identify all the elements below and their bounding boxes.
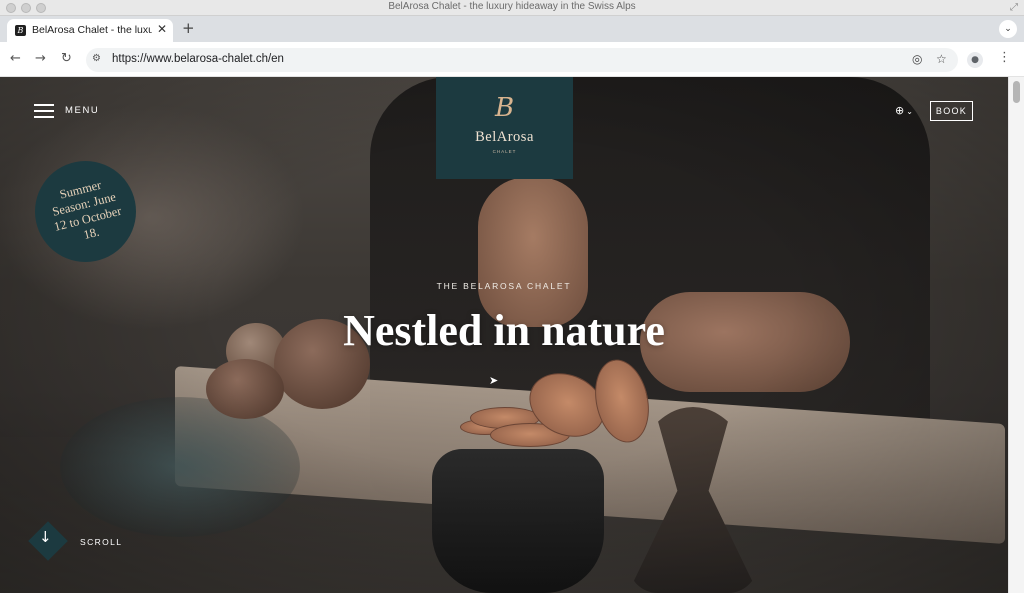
season-badge-text: Summer Season: June 12 to October 18. xyxy=(50,177,123,242)
menu-label: MENU xyxy=(65,105,100,116)
site-favicon: B xyxy=(15,25,26,36)
hero-eyebrow: THE BELAROSA CHALET xyxy=(436,281,572,291)
season-badge: Summer Season: June 12 to October 18. xyxy=(35,161,136,262)
browser-toolbar: ← → ↻ ⚙ https://www.belarosa-chalet.ch/e… xyxy=(0,42,1024,77)
menu-button[interactable]: MENU xyxy=(34,103,114,121)
book-button[interactable]: BOOK xyxy=(930,101,973,121)
tab-title: BelArosa Chalet - the luxury xyxy=(32,24,152,36)
arrow-down-icon: ↓ xyxy=(39,528,52,546)
fullscreen-icon[interactable]: ⤢ xyxy=(1010,2,1018,13)
close-tab-icon[interactable]: ✕ xyxy=(157,22,167,36)
scroll-label: SCROLL xyxy=(80,537,123,547)
profile-icon[interactable]: ● xyxy=(967,52,983,68)
window-titlebar: BelArosa Chalet - the luxury hideaway in… xyxy=(0,0,1024,16)
logo-monogram: B xyxy=(494,93,515,123)
hero-headline: Nestled in nature xyxy=(343,306,665,355)
reload-icon[interactable]: ↻ xyxy=(61,51,72,66)
eye-off-icon[interactable]: ◎ xyxy=(912,52,922,66)
hamburger-icon xyxy=(34,104,54,119)
tune-icon[interactable]: ⚙ xyxy=(92,53,101,64)
page-scrollbar[interactable] xyxy=(1008,77,1024,593)
url-text[interactable]: https://www.belarosa-chalet.ch/en xyxy=(112,53,284,65)
address-bar[interactable]: ⚙ https://www.belarosa-chalet.ch/en ◎ ☆ xyxy=(86,48,958,72)
star-icon[interactable]: ☆ xyxy=(936,52,947,66)
new-tab-icon[interactable]: + xyxy=(182,19,195,37)
hero-section: MENU B BelArosa CHALET ⊕ ⌄ BOOK Summer Se… xyxy=(0,77,1008,593)
scroll-button[interactable]: ↓ SCROLL xyxy=(28,521,150,561)
kebab-icon[interactable]: ⋮ xyxy=(998,50,1011,65)
language-selector[interactable]: ⊕ ⌄ xyxy=(895,104,913,117)
globe-icon: ⊕ xyxy=(895,104,905,117)
mouse-cursor-icon: ➤ xyxy=(489,374,499,387)
logo-subtitle: CHALET xyxy=(492,149,517,154)
scrollbar-thumb[interactable] xyxy=(1013,81,1020,103)
tab-search-chevron-icon[interactable]: ⌄ xyxy=(999,20,1017,38)
tab-strip: B BelArosa Chalet - the luxury ✕ xyxy=(0,16,1024,42)
site-logo[interactable]: B BelArosa CHALET xyxy=(436,77,573,179)
logo-wordmark: BelArosa xyxy=(475,129,534,145)
browser-tab-active[interactable]: B BelArosa Chalet - the luxury ✕ xyxy=(7,19,173,42)
chevron-down-icon: ⌄ xyxy=(906,107,913,116)
forward-arrow-icon[interactable]: → xyxy=(35,51,46,66)
window-title: BelArosa Chalet - the luxury hideaway in… xyxy=(388,1,636,12)
back-arrow-icon[interactable]: ← xyxy=(10,51,21,66)
